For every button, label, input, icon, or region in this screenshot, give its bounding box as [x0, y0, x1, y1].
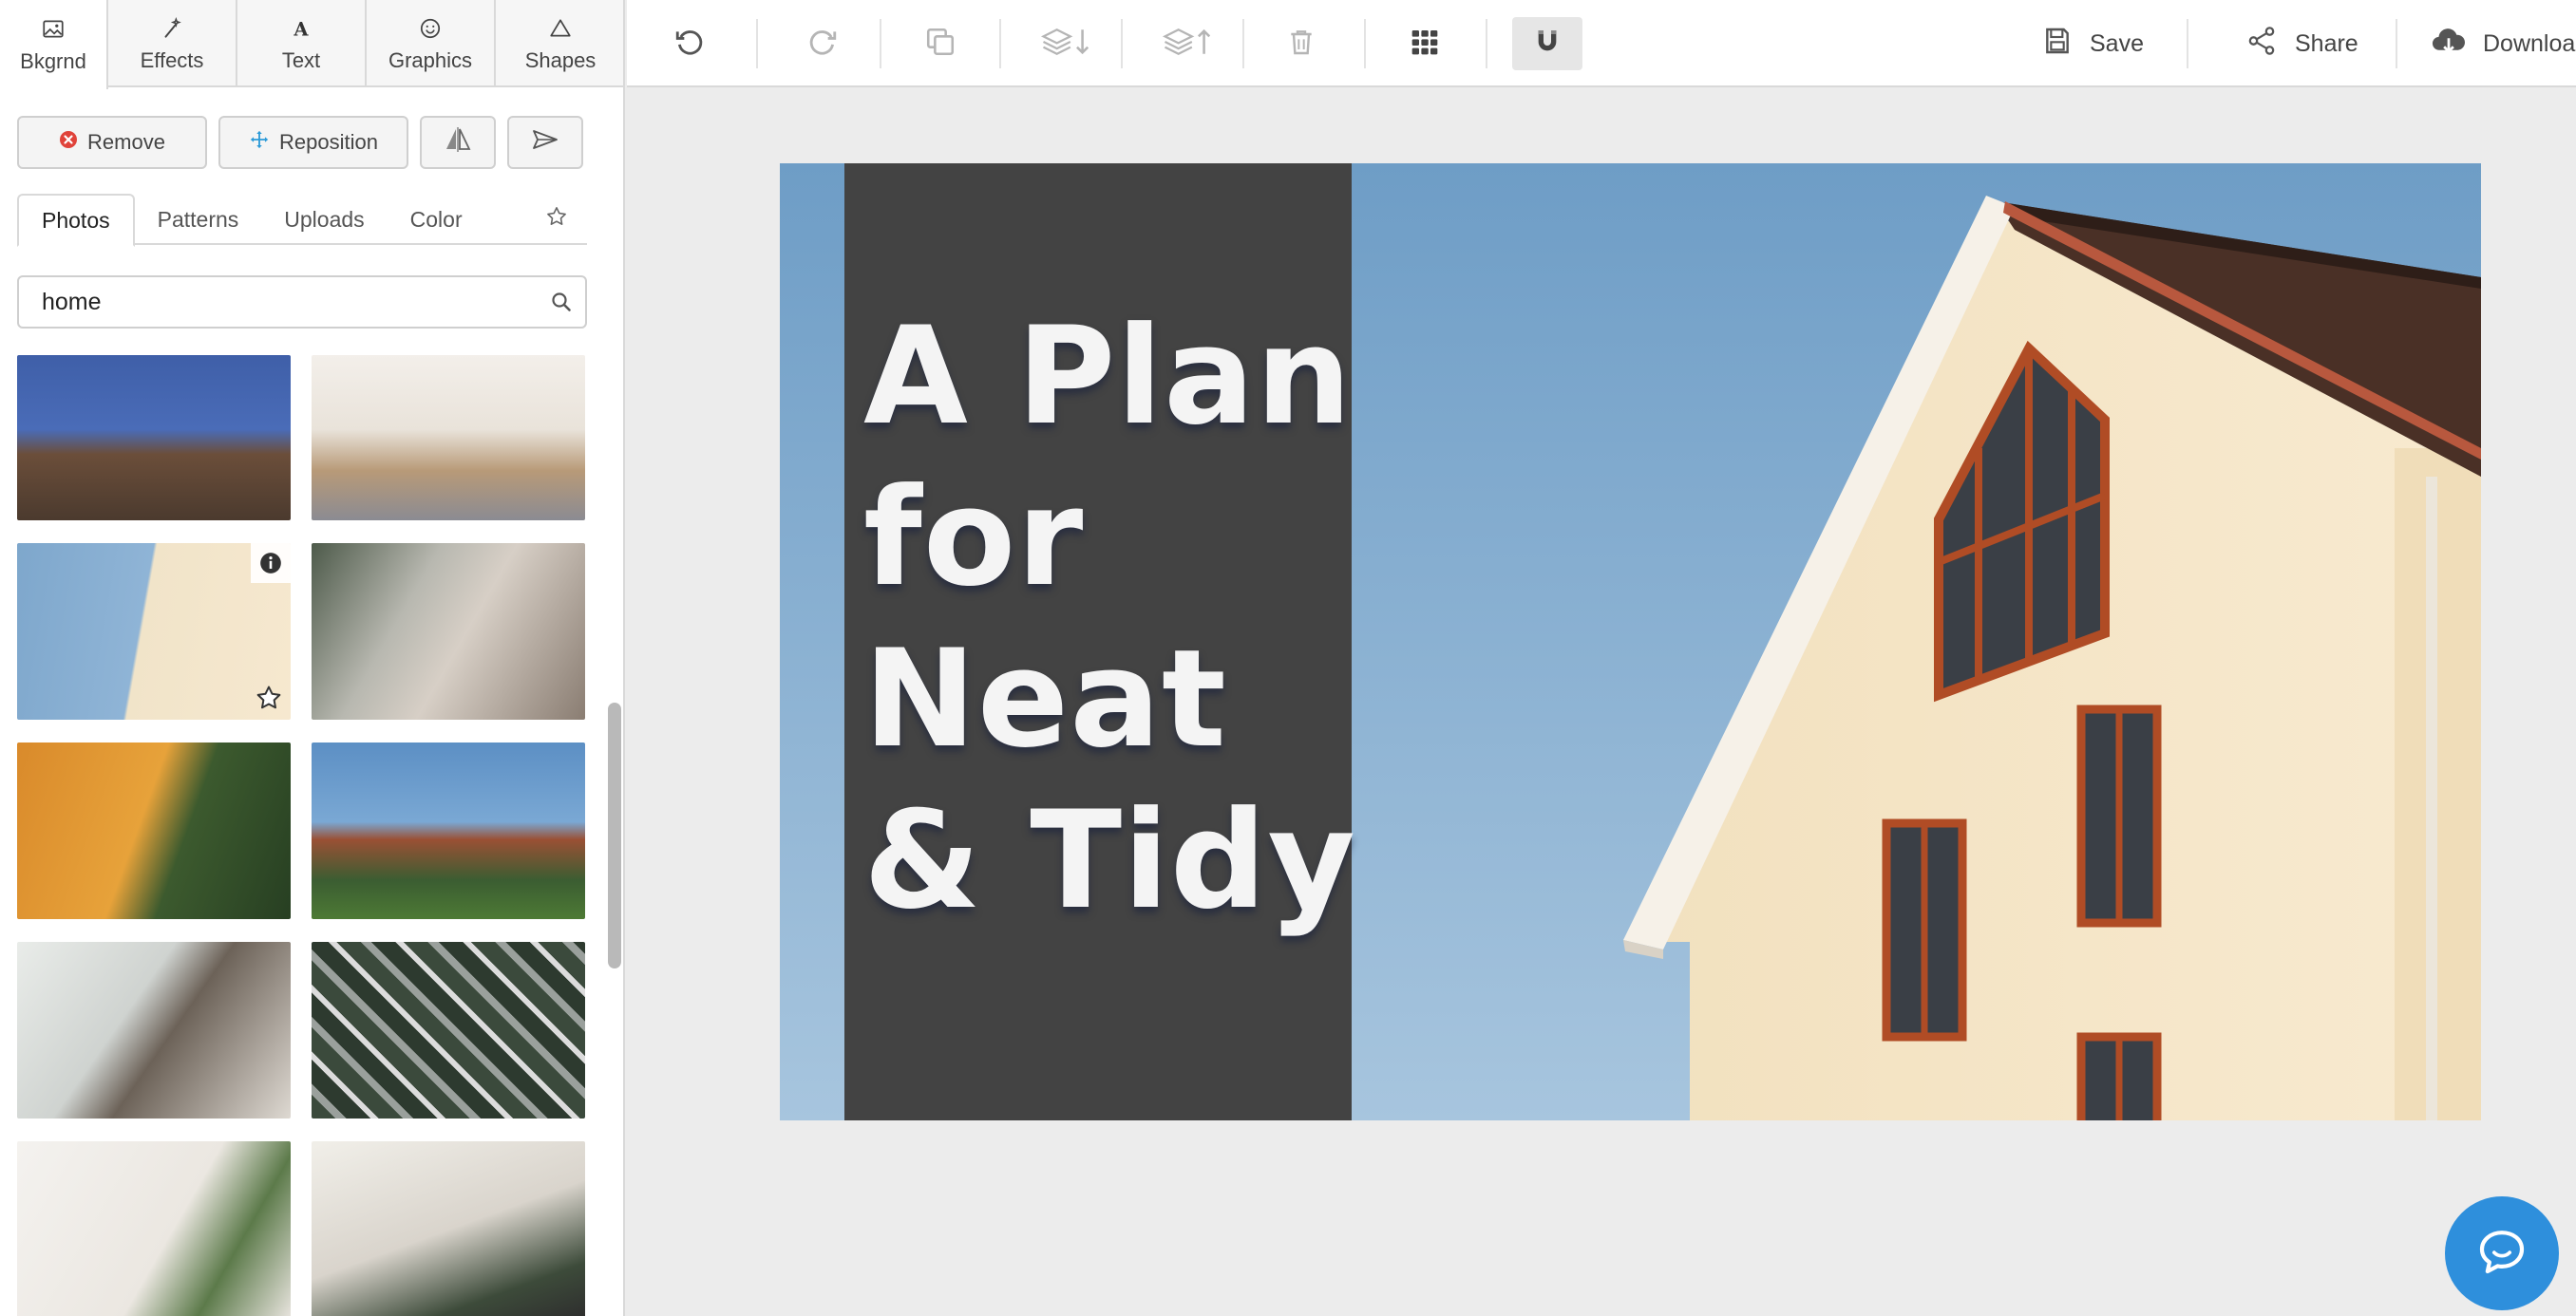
toolbar-divider [1242, 19, 1244, 68]
photo-thumbnail-aerial-neighborhood[interactable] [312, 942, 585, 1119]
headline-text[interactable]: A Plan for Neat & Tidy [863, 296, 1357, 942]
tab-shapes[interactable]: Shapes [496, 0, 623, 87]
tab-text-label: Text [281, 48, 321, 72]
tab-graphics-label: Graphics [388, 48, 473, 72]
triangle-icon [548, 14, 573, 43]
tab-bkgrnd[interactable]: Bkgrnd [0, 0, 108, 89]
remove-label: Remove [87, 130, 165, 154]
main-tabs: Bkgrnd Effects A Text Graphics Shapes [0, 0, 623, 89]
save-icon [2042, 26, 2073, 63]
redo-icon [806, 26, 839, 63]
svg-text:A: A [293, 19, 309, 41]
grid-icon [1410, 27, 1440, 62]
flip-button[interactable] [420, 116, 496, 169]
search-input[interactable] [19, 277, 538, 327]
layer-down-icon [1039, 26, 1096, 63]
magnet-icon [1532, 27, 1563, 62]
panel-scrollbar[interactable] [608, 703, 621, 968]
photo-thumbnail-orange-house[interactable] [17, 743, 291, 919]
background-actions: Remove Reposition [17, 116, 583, 169]
top-toolbar: Save Share Download [627, 0, 2576, 87]
chat-bubble-icon [2475, 1225, 2529, 1283]
toolbar-divider [1486, 19, 1487, 68]
help-chat-button[interactable] [2445, 1196, 2559, 1310]
duplicate-button[interactable] [912, 15, 969, 72]
share-icon [2245, 25, 2278, 64]
tab-effects-label: Effects [140, 48, 204, 72]
photo-thumbnail-living-room[interactable] [312, 543, 585, 720]
layer-up-icon [1161, 26, 1218, 63]
tab-photos[interactable]: Photos [17, 194, 135, 247]
image-icon [41, 15, 66, 44]
toolbar-divider [880, 19, 881, 68]
text-icon: A [289, 14, 313, 43]
redo-button[interactable] [794, 15, 851, 72]
save-button[interactable]: Save [2042, 15, 2144, 72]
info-icon[interactable] [251, 543, 291, 583]
delete-button[interactable] [1273, 15, 1330, 72]
photo-source-tabs: Photos Patterns Uploads Color [17, 194, 587, 247]
design-canvas[interactable]: A Plan for Neat & Tidy [780, 163, 2481, 1120]
tab-effects[interactable]: Effects [108, 0, 237, 87]
magic-wand-icon [160, 14, 184, 43]
left-panel: Bkgrnd Effects A Text Graphics Shapes Re… [0, 0, 625, 1316]
photo-thumbnail-white-sofa[interactable] [17, 1141, 291, 1316]
tab-graphics[interactable]: Graphics [367, 0, 496, 87]
photo-thumbnail-house[interactable] [17, 543, 291, 720]
favorite-star-icon[interactable] [251, 680, 287, 716]
snap-magnet-button[interactable] [1512, 17, 1582, 70]
send-back-button[interactable] [507, 116, 583, 169]
tab-patterns[interactable]: Patterns [135, 194, 262, 245]
tab-shapes-label: Shapes [524, 48, 597, 72]
toolbar-divider [1121, 19, 1123, 68]
trash-icon [1286, 26, 1316, 63]
tab-uploads[interactable]: Uploads [261, 194, 387, 245]
toolbar-divider [1364, 19, 1366, 68]
duplicate-icon [924, 26, 957, 63]
photo-thumbnail-office[interactable] [17, 355, 291, 520]
save-label: Save [2090, 29, 2144, 57]
layer-up-button[interactable] [1151, 15, 1227, 72]
photo-thumbnail-red-roof-house[interactable] [312, 743, 585, 919]
share-button[interactable]: Share [2245, 15, 2358, 72]
share-label: Share [2295, 29, 2358, 57]
photo-thumbnail-kitchen[interactable] [312, 355, 585, 520]
remove-circle-icon [59, 130, 78, 155]
tab-color[interactable]: Color [388, 194, 485, 245]
photo-thumbnail-family-room[interactable] [312, 1141, 585, 1316]
tab-favorites[interactable] [526, 194, 587, 245]
tab-text[interactable]: A Text [237, 0, 367, 87]
download-button[interactable]: Download [2432, 15, 2576, 72]
layer-down-button[interactable] [1030, 15, 1106, 72]
flip-icon [444, 126, 472, 159]
smiley-icon [418, 14, 443, 43]
star-outline-icon [545, 205, 568, 234]
toolbar-divider [756, 19, 758, 68]
photo-search [17, 275, 587, 329]
undo-button[interactable] [661, 15, 718, 72]
reposition-button[interactable]: Reposition [218, 116, 408, 169]
grid-button[interactable] [1396, 15, 1453, 72]
toolbar-divider [2187, 19, 2188, 68]
toolbar-divider [999, 19, 1001, 68]
toolbar-divider [2396, 19, 2397, 68]
download-label: Download [2483, 29, 2576, 57]
search-icon[interactable] [538, 277, 585, 327]
send-back-icon [532, 128, 559, 157]
move-arrows-icon [249, 129, 270, 156]
photo-results-grid [17, 355, 587, 1316]
tab-bkgrnd-label: Bkgrnd [20, 49, 86, 73]
cloud-download-icon [2432, 26, 2466, 63]
photo-thumbnail-hammock[interactable] [17, 942, 291, 1119]
undo-icon [673, 26, 706, 63]
remove-button[interactable]: Remove [17, 116, 207, 169]
reposition-label: Reposition [279, 130, 378, 154]
